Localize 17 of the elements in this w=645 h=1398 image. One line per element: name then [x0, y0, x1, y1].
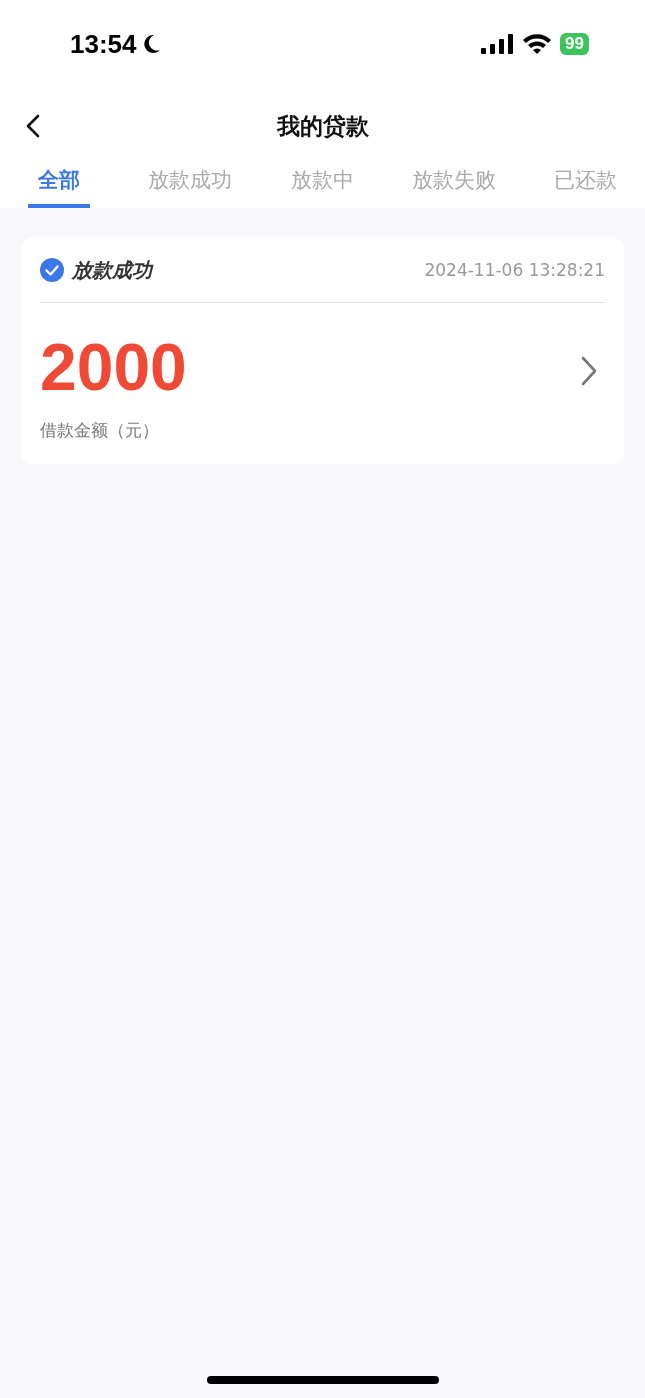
loan-amount: 2000: [40, 329, 187, 405]
wifi-icon: [522, 33, 553, 55]
loan-card[interactable]: 放款成功 2024-11-06 13:28:21 2000 借款金额（元）: [21, 238, 624, 464]
tab[interactable]: 放款成功: [148, 164, 233, 208]
amount-label: 借款金额（元）: [40, 419, 160, 442]
loan-time: 2024-11-06 13:28:21: [424, 260, 605, 280]
chevron-right-icon: [581, 355, 597, 386]
clock-time: 13:54: [70, 28, 137, 60]
battery-level: 99: [560, 33, 589, 55]
tab[interactable]: 已还款: [554, 164, 617, 208]
back-icon: [26, 114, 40, 138]
page-title: 我的贷款: [276, 111, 369, 141]
check-icon: [40, 258, 64, 282]
tab[interactable]: 放款失败: [411, 164, 496, 208]
signal-icon: [480, 33, 515, 55]
tab[interactable]: 放款中: [290, 164, 354, 208]
loan-status: 放款成功: [72, 256, 155, 284]
